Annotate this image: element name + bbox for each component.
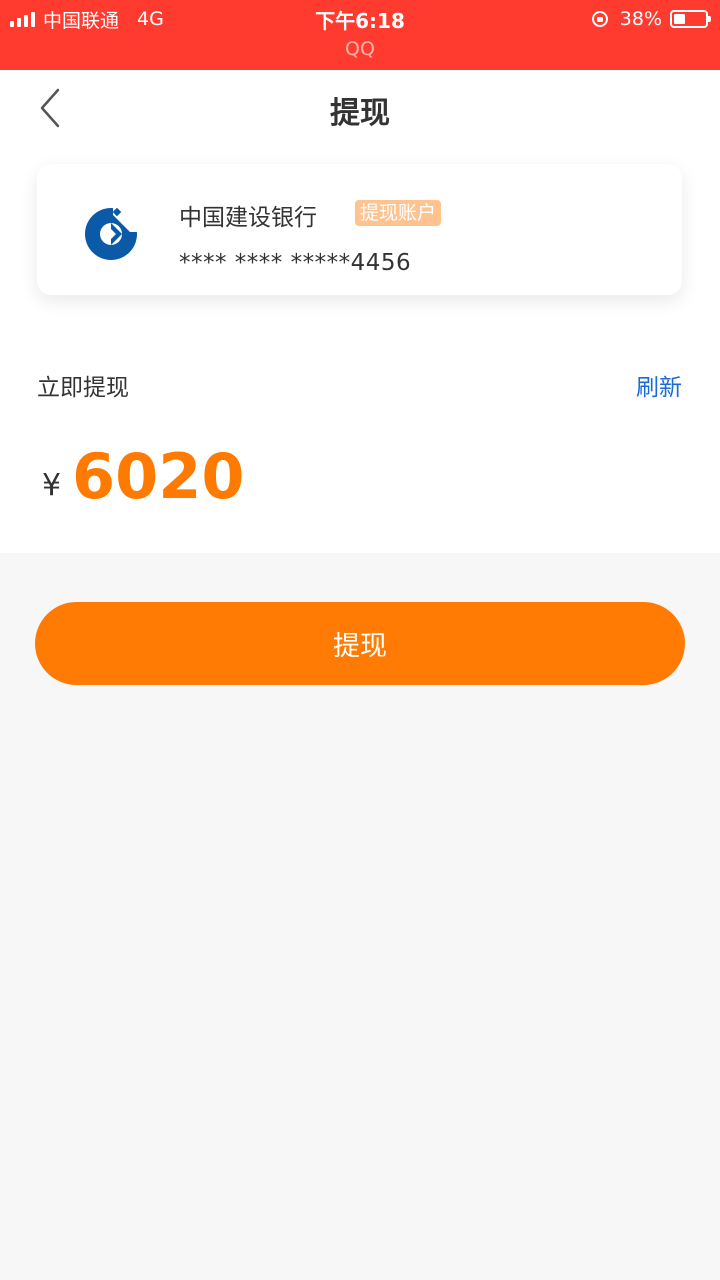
- bank-name: 中国建设银行: [179, 205, 317, 231]
- withdraw-account-badge: 提现账户: [355, 200, 442, 226]
- withdraw-button[interactable]: 提现: [35, 602, 685, 685]
- withdraw-amount: 6020: [72, 440, 245, 513]
- ccb-bank-logo-icon: [83, 206, 139, 262]
- currency-symbol: ¥: [42, 468, 62, 503]
- card-number: **** **** *****4456: [179, 250, 412, 276]
- battery-fill: [674, 14, 686, 24]
- page-title: 提现: [330, 96, 390, 131]
- battery-icon: [670, 10, 711, 28]
- rotation-lock-icon: [591, 11, 608, 27]
- bank-card[interactable]: 中国建设银行 提现账户 **** **** *****4456: [37, 164, 682, 295]
- battery-percent: 38%: [619, 8, 662, 30]
- status-app-name: QQ: [345, 38, 375, 60]
- refresh-button[interactable]: 刷新: [636, 368, 682, 402]
- withdraw-panel: 提现 中国建设银行 提现账户 **** **** *****4456 立即提现 …: [0, 70, 720, 553]
- status-right: 38%: [591, 6, 711, 32]
- status-bar: 中国联通 4G 下午6:18 QQ 38%: [0, 0, 720, 70]
- withdraw-label: 立即提现: [37, 375, 129, 401]
